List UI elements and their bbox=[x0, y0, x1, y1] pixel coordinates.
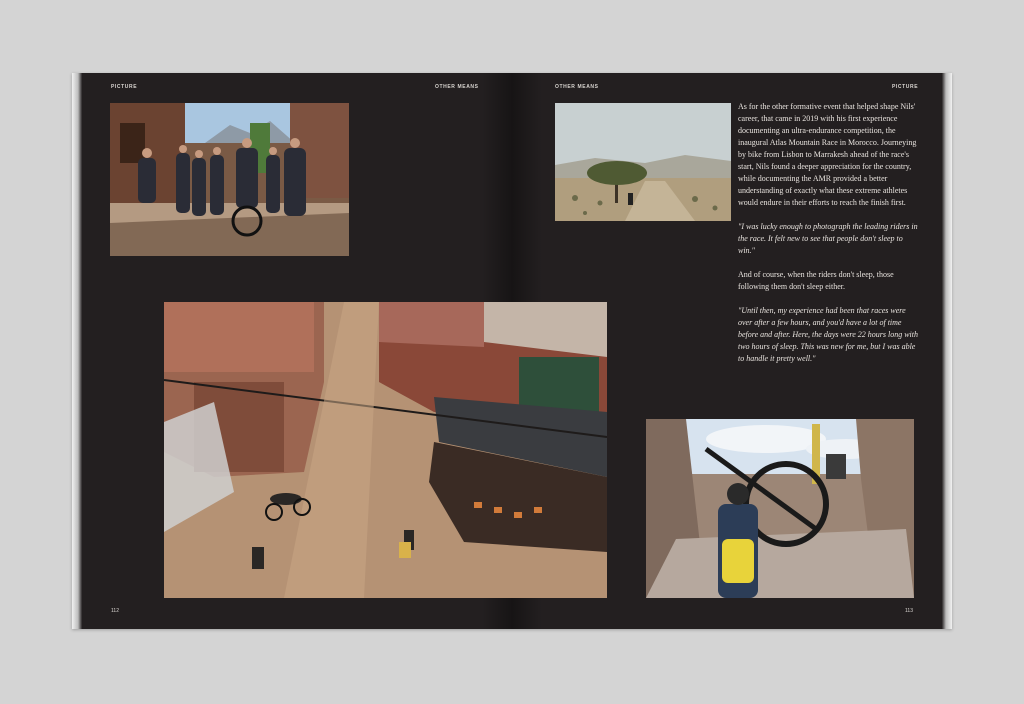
running-head-left-page-title: OTHER MEANS bbox=[435, 84, 479, 90]
page-edge-right bbox=[942, 73, 952, 629]
photo-desert-tree-rider bbox=[555, 103, 731, 221]
article-body-text: As for the other formative event that he… bbox=[738, 101, 920, 377]
paragraph-formative-event: As for the other formative event that he… bbox=[738, 102, 917, 207]
page-edge-left bbox=[72, 73, 82, 629]
quote-22-hours: "Until then, my experience had been that… bbox=[738, 306, 918, 363]
running-head-right-page-section: PICTURE bbox=[892, 84, 919, 90]
paragraph-dont-sleep: And of course, when the riders don't sle… bbox=[738, 270, 894, 291]
running-head-left-page-section: PICTURE bbox=[111, 84, 138, 90]
running-head-right-page-title: OTHER MEANS bbox=[555, 84, 599, 90]
quote-leading-riders: "I was lucky enough to photograph the le… bbox=[738, 222, 918, 255]
photo-aerial-village-market bbox=[164, 302, 607, 598]
photo-rider-carrying-bike bbox=[646, 419, 914, 598]
page-number-right: 113 bbox=[905, 608, 913, 614]
photo-village-group bbox=[110, 103, 349, 256]
page-number-left: 112 bbox=[111, 608, 119, 614]
